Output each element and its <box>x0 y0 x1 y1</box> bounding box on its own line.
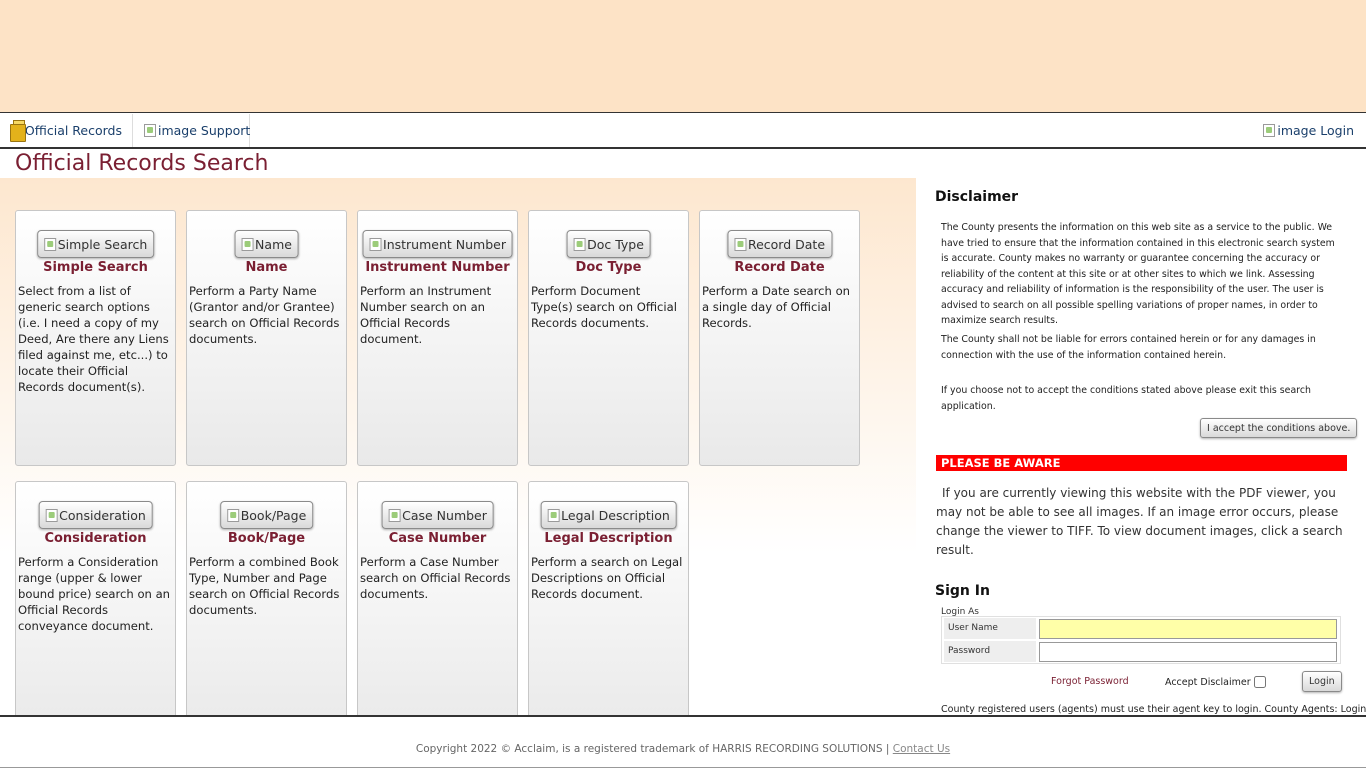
broken-image-icon <box>733 237 746 251</box>
card-title: Record Date <box>734 260 825 275</box>
search-card-book-page: Book/Page Book/Page Perform a combined B… <box>186 481 347 715</box>
nav-official-records-label: Official Records <box>24 123 122 138</box>
please-be-aware-banner: PLEASE BE AWARE <box>936 455 1347 471</box>
card-description: Perform Document Type(s) search on Offic… <box>531 284 677 330</box>
card-description: Perform an Instrument Number search on a… <box>360 284 492 346</box>
search-card-record-date: Record Date Record Date Perform a Date s… <box>699 210 860 466</box>
footer-copyright: Copyright 2022 © Acclaim, is a registere… <box>0 743 1366 755</box>
copyright-text: Copyright 2022 © Acclaim, is a registere… <box>415 743 890 755</box>
accept-disclaimer-label: Accept Disclaimer <box>1165 676 1251 688</box>
card-description: Perform a Consideration range (upper & l… <box>18 555 171 633</box>
broken-image-icon <box>45 508 58 522</box>
broken-image-icon <box>241 237 254 251</box>
page-title: Official Records Search <box>15 151 269 176</box>
nav-login-label: image Login <box>1277 123 1354 138</box>
card-title: Book/Page <box>227 531 306 546</box>
nav-support-label: image Support <box>158 123 251 138</box>
broken-image-icon <box>369 237 382 251</box>
broken-image-icon <box>226 508 239 522</box>
book-page-button[interactable]: Book/Page <box>219 501 314 529</box>
search-card-name: Name Name Perform a Party Name (Grantor … <box>186 210 347 466</box>
disclaimer-title: Disclaimer <box>935 189 1019 205</box>
simple-search-button[interactable]: Simple Search <box>36 230 155 258</box>
nav-official-records[interactable]: Official Records <box>0 114 133 147</box>
search-card-legal-description: Legal Description Legal Description Perf… <box>528 481 689 715</box>
card-description: Perform a Party Name (Grantor and/or Gra… <box>189 284 340 346</box>
password-label: Password <box>944 641 1036 662</box>
card-title: Case Number <box>388 531 487 546</box>
card-title: Simple Search <box>43 260 148 275</box>
disclaimer-paragraph: If you choose not to accept the conditio… <box>941 385 1311 412</box>
card-title: Name <box>245 260 288 275</box>
search-card-doc-type: Doc Type Doc Type Perform Document Type(… <box>528 210 689 466</box>
search-options-area: Simple Search Simple Search Select from … <box>0 178 916 715</box>
nav-support[interactable]: image Support <box>134 114 250 147</box>
card-description: Perform a search on Legal Descriptions o… <box>531 555 683 601</box>
record-date-button[interactable]: Record Date <box>726 230 833 258</box>
broken-image-icon <box>573 237 586 251</box>
username-input[interactable] <box>1039 618 1337 639</box>
broken-image-icon <box>144 124 156 137</box>
disclaimer-paragraph: The County presents the information on t… <box>941 222 1335 326</box>
agent-login-note: County registered users (agents) must us… <box>941 704 1366 715</box>
doc-type-button[interactable]: Doc Type <box>566 230 651 258</box>
card-title: Consideration <box>44 531 147 546</box>
broken-image-icon <box>1263 124 1276 137</box>
search-card-case-number: Case Number Case Number Perform a Case N… <box>357 481 518 715</box>
accept-disclaimer-field: Accept Disclaimer <box>1165 676 1266 688</box>
card-description: Perform a Case Number search on Official… <box>360 555 511 601</box>
disclaimer-paragraph: The County shall not be liable for error… <box>941 334 1316 361</box>
search-card-consideration: Consideration Consideration Perform a Co… <box>15 481 176 715</box>
top-navbar: Official Records image Support image Log… <box>0 114 1366 149</box>
sign-in-title: Sign In <box>935 583 990 599</box>
login-button[interactable]: Login <box>1302 671 1342 692</box>
footer: Copyright 2022 © Acclaim, is a registere… <box>0 715 1366 768</box>
consideration-button[interactable]: Consideration <box>38 501 153 529</box>
name-search-button[interactable]: Name <box>234 230 299 258</box>
broken-image-icon <box>388 508 401 522</box>
pdf-viewer-notice: If you are currently viewing this websit… <box>936 486 1343 557</box>
broken-image-icon <box>43 237 56 251</box>
username-label: User Name <box>944 618 1036 639</box>
search-card-instrument-number: Instrument Number Instrument Number Perf… <box>357 210 518 466</box>
nav-login[interactable]: image Login <box>1253 114 1366 147</box>
card-title: Instrument Number <box>365 260 510 275</box>
contact-us-link[interactable]: Contact Us <box>893 743 950 755</box>
card-description: Select from a list of generic search opt… <box>18 284 169 394</box>
card-description: Perform a combined Book Type, Number and… <box>189 555 340 617</box>
instrument-number-button[interactable]: Instrument Number <box>362 230 513 258</box>
broken-image-icon <box>547 508 560 522</box>
card-title: Legal Description <box>544 531 673 546</box>
password-input[interactable] <box>1039 641 1337 662</box>
forgot-password-link[interactable]: Forgot Password <box>1051 676 1129 687</box>
case-number-button[interactable]: Case Number <box>381 501 494 529</box>
search-card-simple-search: Simple Search Simple Search Select from … <box>15 210 176 466</box>
card-title: Doc Type <box>575 260 642 275</box>
header-banner <box>0 0 1366 113</box>
card-description: Perform a Date search on a single day of… <box>702 284 851 330</box>
login-form: User Name Password <box>941 616 1341 664</box>
records-folder-icon <box>10 118 26 144</box>
right-panel: Disclaimer The County presents the infor… <box>916 178 1366 715</box>
accept-conditions-button[interactable]: I accept the conditions above. <box>1200 418 1358 438</box>
accept-disclaimer-checkbox[interactable] <box>1253 676 1266 688</box>
legal-description-button[interactable]: Legal Description <box>540 501 677 529</box>
